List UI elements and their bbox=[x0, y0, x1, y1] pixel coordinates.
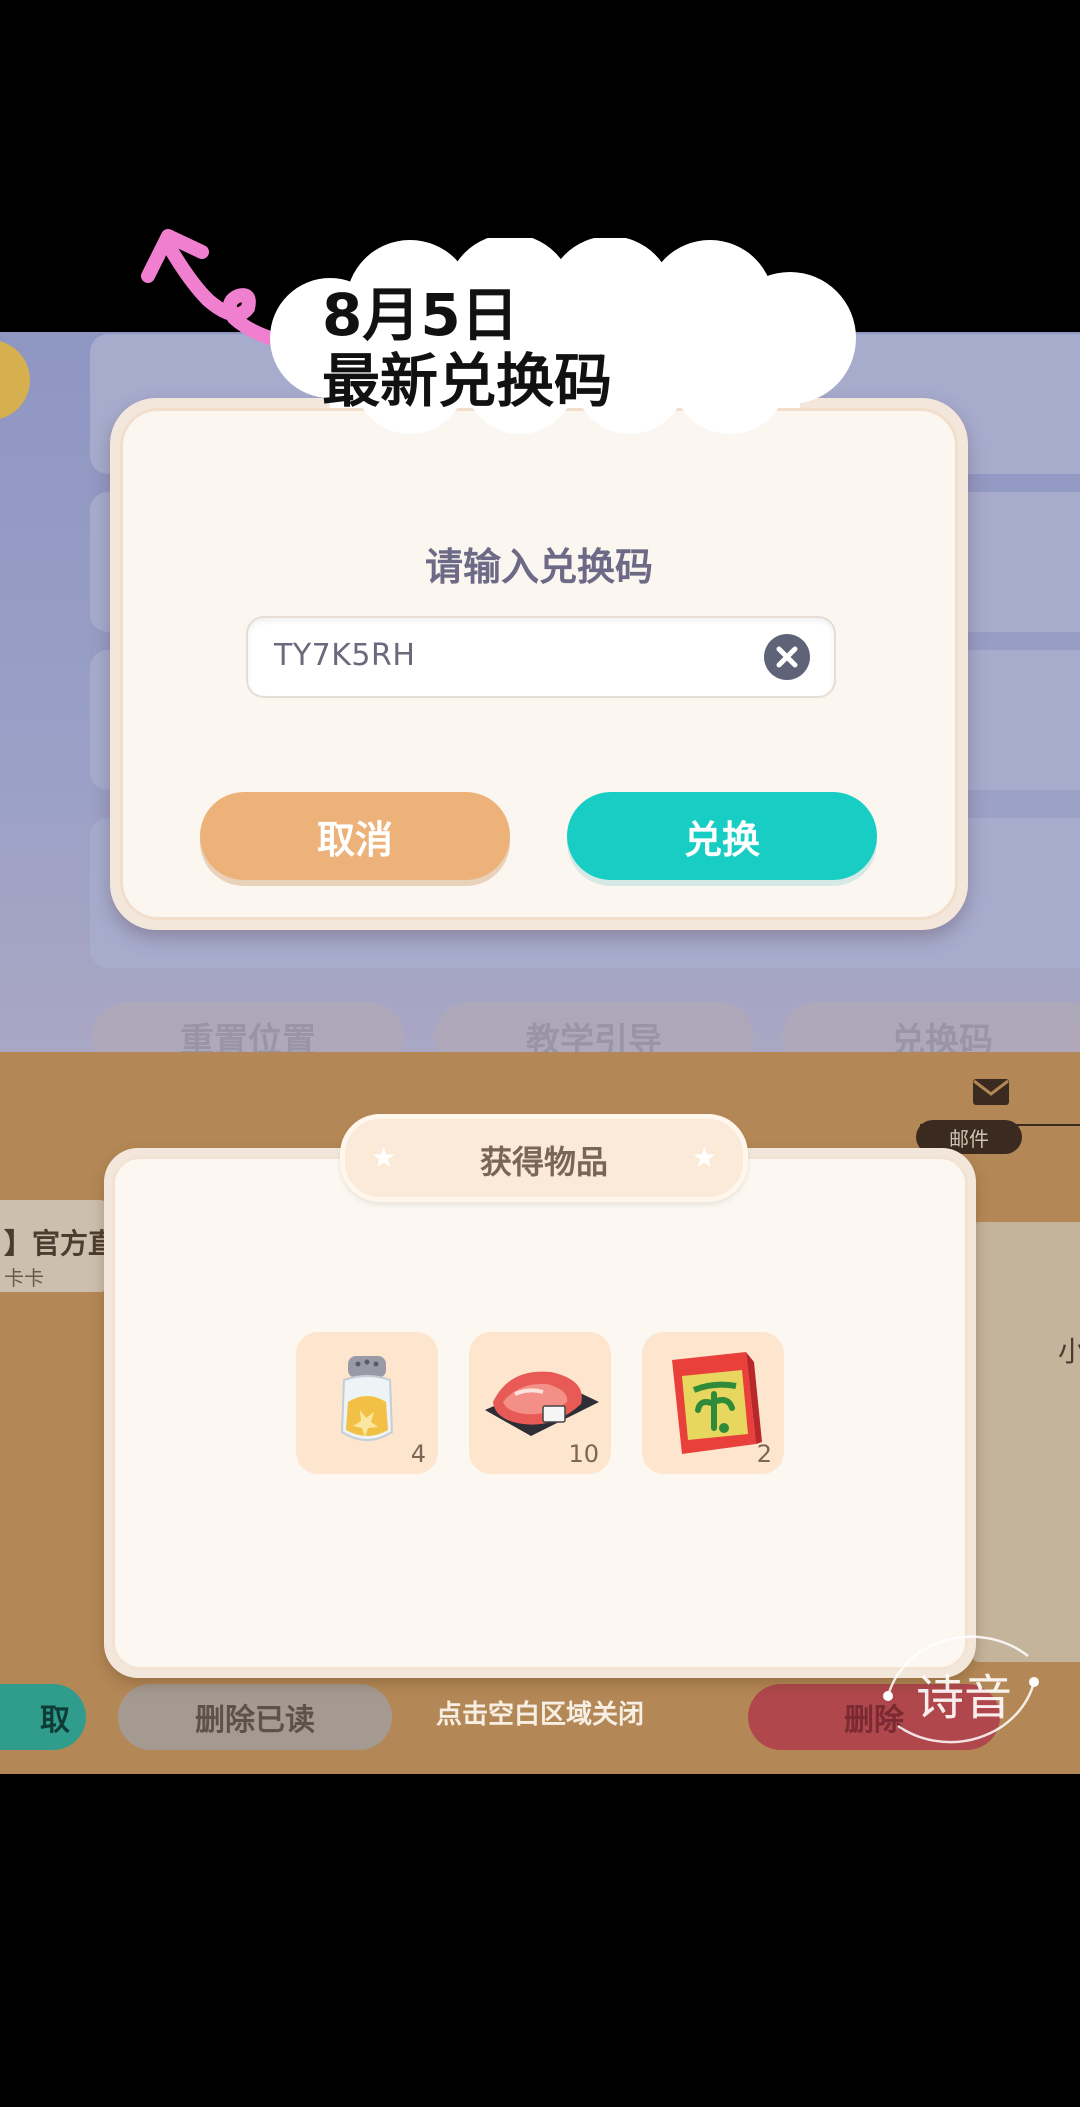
watermark: 诗音 bbox=[858, 1596, 1058, 1766]
avatar bbox=[0, 340, 30, 420]
dialog-title: 获得物品 bbox=[479, 1143, 608, 1181]
item-quantity: 10 bbox=[568, 1440, 599, 1468]
redeem-code-value: TY7K5RH bbox=[274, 638, 416, 673]
cancel-button[interactable]: 取消 bbox=[200, 792, 510, 880]
mail-list-item[interactable]: 】官方直 卡卡 bbox=[0, 1200, 116, 1292]
redeem-code-input[interactable]: TY7K5RH bbox=[246, 616, 836, 698]
reward-item-slot[interactable]: 10 bbox=[469, 1332, 611, 1474]
tab-reset-position[interactable]: 重置位置 bbox=[92, 1002, 404, 1052]
mail-item-sender: 卡卡 bbox=[4, 1266, 44, 1290]
item-quantity: 2 bbox=[756, 1440, 772, 1468]
close-hint-text: 点击空白区域关闭 bbox=[435, 1700, 644, 1730]
item-quantity: 4 bbox=[410, 1440, 426, 1468]
tab-tutorial[interactable]: 教学引导 bbox=[434, 1002, 754, 1052]
obtained-items-dialog: ★ 获得物品 ★ 4 10 2 bbox=[104, 1114, 976, 1678]
star-icon: ★ bbox=[691, 1141, 717, 1174]
reward-item-slot[interactable]: 2 bbox=[642, 1332, 784, 1474]
redeem-button[interactable]: 兑换 bbox=[567, 792, 877, 880]
mail-item-title: 】官方直 bbox=[4, 1227, 117, 1260]
envelope-icon bbox=[973, 1079, 1009, 1105]
tab-redeem-code[interactable]: 兑换码 bbox=[782, 1002, 1080, 1052]
watermark-text: 诗音 bbox=[916, 1670, 1013, 1726]
announcement-title: 最新兑换码 bbox=[322, 347, 613, 415]
announcement-cloud: 8月5日 最新兑换码 bbox=[270, 238, 860, 434]
divider bbox=[920, 1124, 1080, 1126]
redeem-code-dialog: 请输入兑换码 TY7K5RH 取消 兑换 bbox=[110, 398, 968, 930]
claim-all-button[interactable]: 取 bbox=[0, 1684, 86, 1750]
delete-read-button[interactable]: 删除已读 bbox=[118, 1684, 392, 1750]
close-icon bbox=[776, 646, 798, 668]
dialog-title: 请输入兑换码 bbox=[424, 545, 653, 589]
dialog-header: ★ 获得物品 ★ bbox=[340, 1114, 748, 1202]
mail-detail-text: 小 bbox=[1058, 1335, 1080, 1368]
clear-input-icon[interactable] bbox=[764, 634, 810, 680]
reward-item-slot[interactable]: 4 bbox=[296, 1332, 438, 1474]
